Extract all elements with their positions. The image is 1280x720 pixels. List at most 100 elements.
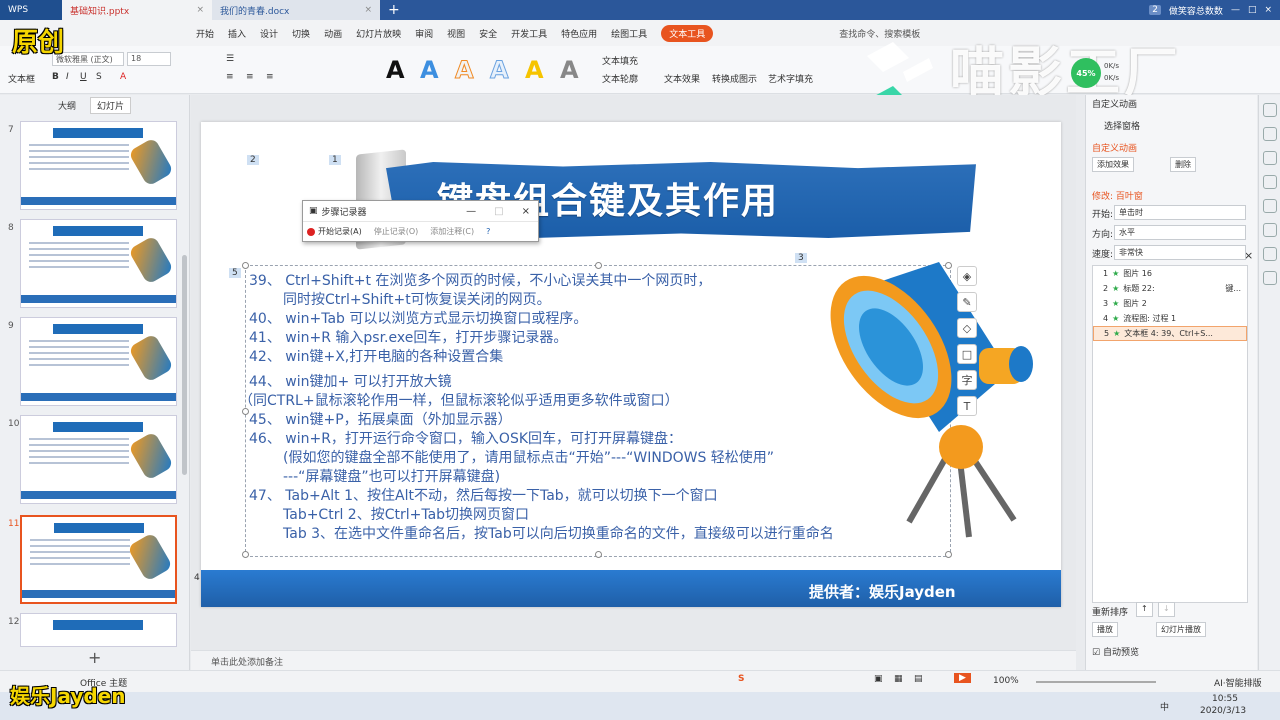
stop-record-button[interactable]: 停止记录(O) — [374, 226, 419, 237]
resize-handle[interactable] — [595, 551, 602, 558]
provider-credit[interactable]: 提供者：娱乐Jayden — [809, 581, 956, 602]
add-comment-button[interactable]: 添加注释(C) — [430, 226, 474, 237]
wps-home-tab[interactable]: WPS — [0, 0, 62, 20]
menu-slideshow[interactable]: 幻灯片放映 — [356, 27, 401, 40]
add-slide-button[interactable]: + — [88, 648, 101, 667]
animation-item[interactable]: 2 ★ 标题 22: 键... — [1093, 281, 1247, 296]
slide-thumbnail[interactable] — [20, 317, 177, 406]
text-icon[interactable]: 字 — [957, 370, 977, 390]
add-effect-button[interactable]: 添加效果 — [1092, 157, 1134, 172]
convert-smartart-button[interactable]: 转换成图示 — [712, 72, 757, 85]
slideshow-button[interactable]: 幻灯片播放 — [1156, 622, 1206, 637]
tab-pptx-document[interactable]: 基础知识.pptx × — [62, 0, 212, 20]
bullets-icon[interactable]: ☰ — [226, 54, 234, 64]
maximize-icon[interactable]: □ — [1248, 5, 1257, 15]
slide-canvas[interactable]: 键盘组合键及其作用 2 1 3 5 39、 Ctrl+Shift+t 在浏览多个… — [201, 122, 1061, 607]
menu-animation[interactable]: 动画 — [324, 27, 342, 40]
zoom-level[interactable]: 100% — [993, 676, 1019, 686]
play-slideshow-icon[interactable]: ▶ — [954, 673, 971, 683]
slide-thumbnail[interactable] — [20, 415, 177, 504]
strikethrough-icon[interactable]: S — [96, 72, 102, 82]
menu-start[interactable]: 开始 — [196, 27, 214, 40]
resize-handle[interactable] — [242, 551, 249, 558]
underline-icon[interactable]: U — [80, 72, 87, 82]
italic-icon[interactable]: I — [66, 72, 69, 82]
wordart-style-blue-outline[interactable]: A — [490, 56, 510, 85]
wordart-fill-button[interactable]: 艺术字填充 — [768, 72, 813, 85]
textbox-button[interactable]: 文本框 — [8, 72, 35, 85]
animation-item[interactable]: 3 ★ 图片 2 — [1093, 296, 1247, 311]
align-center-icon[interactable]: ≡ — [246, 72, 254, 82]
align-right-icon[interactable]: ≡ — [266, 72, 274, 82]
reading-view-icon[interactable]: ▤ — [914, 674, 923, 684]
menu-text-tools[interactable]: 文本工具 — [661, 24, 714, 42]
font-size-select[interactable]: 18 — [127, 52, 171, 66]
ai-layout-button[interactable]: AI·智能排版 — [1214, 676, 1262, 689]
slide-thumbnail[interactable] — [20, 219, 177, 308]
menu-view[interactable]: 视图 — [447, 27, 465, 40]
close-window-icon[interactable]: × — [1264, 5, 1272, 15]
menu-review[interactable]: 审阅 — [415, 27, 433, 40]
animation-item[interactable]: 1 ★ 图片 16 — [1093, 266, 1247, 281]
user-name[interactable]: 做笑容总数数 — [1169, 4, 1223, 17]
new-tab-button[interactable]: + — [388, 2, 400, 18]
dialog-titlebar[interactable]: ▣ 步骤记录器 — □ × — [303, 201, 538, 221]
thumbnail-scrollbar[interactable] — [182, 255, 187, 475]
normal-view-icon[interactable]: ▣ — [874, 674, 883, 684]
menu-design[interactable]: 设计 — [260, 27, 278, 40]
minimize-icon[interactable]: — — [466, 206, 476, 217]
fill-bucket-icon[interactable]: ◇ — [957, 318, 977, 338]
rail-icon[interactable] — [1263, 151, 1277, 165]
resize-handle[interactable] — [595, 262, 602, 269]
frame-icon[interactable]: □ — [957, 344, 977, 364]
move-down-icon[interactable]: ↓ — [1158, 602, 1175, 617]
telescope-image[interactable] — [829, 252, 1039, 542]
zoom-slider[interactable] — [1036, 681, 1156, 683]
rail-icon[interactable] — [1263, 199, 1277, 213]
delete-effect-button[interactable]: 删除 — [1170, 157, 1196, 172]
ime-language[interactable]: 中 — [1160, 700, 1169, 713]
rail-icon[interactable] — [1263, 175, 1277, 189]
align-left-icon[interactable]: ≡ — [226, 72, 234, 82]
wordart-style-orange-outline[interactable]: A — [455, 56, 475, 85]
direction-select[interactable]: 水平 — [1114, 225, 1246, 240]
wordart-style-yellow[interactable]: A — [525, 56, 544, 84]
layers-icon[interactable]: ◈ — [957, 266, 977, 286]
tab-docx-document[interactable]: 我们的青春.docx × — [212, 0, 380, 20]
text-outline-button[interactable]: 文本轮廓 — [602, 72, 638, 85]
tab-outline[interactable]: 大纲 — [58, 99, 76, 112]
resize-handle[interactable] — [242, 262, 249, 269]
slide-thumbnail-selected[interactable] — [20, 515, 177, 604]
slide-thumbnail[interactable] — [20, 121, 177, 210]
notes-field[interactable]: 单击此处添加备注 — [191, 650, 1076, 670]
minimize-icon[interactable]: — — [1231, 5, 1240, 15]
start-select[interactable]: 单击时 — [1114, 205, 1246, 220]
wordart-style-blue[interactable]: A — [420, 56, 439, 84]
start-record-button[interactable]: 开始记录(A) — [307, 226, 362, 237]
close-tab-icon[interactable]: × — [364, 5, 372, 15]
autopreview-checkbox[interactable]: ☑ 自动预览 — [1092, 645, 1139, 658]
rail-icon[interactable] — [1263, 247, 1277, 261]
animation-item[interactable]: 4 ★ 流程图: 过程 1 — [1093, 311, 1247, 326]
bold-icon[interactable]: B — [52, 72, 59, 82]
pen-icon[interactable]: ✎ — [957, 292, 977, 312]
rail-icon[interactable] — [1263, 103, 1277, 117]
close-icon[interactable]: × — [522, 206, 530, 217]
close-tab-icon[interactable]: × — [196, 5, 204, 15]
resize-handle[interactable] — [945, 551, 952, 558]
animation-item-selected[interactable]: 5 ★ 文本框 4: 39、Ctrl+S... — [1093, 326, 1247, 341]
menu-insert[interactable]: 插入 — [228, 27, 246, 40]
tab-slides[interactable]: 幻灯片 — [90, 96, 132, 114]
menu-featured[interactable]: 特色应用 — [561, 27, 597, 40]
sogou-ime-icon[interactable]: S — [738, 674, 744, 684]
speed-select[interactable]: 非常快 — [1114, 245, 1246, 260]
move-up-icon[interactable]: ↑ — [1136, 602, 1153, 617]
textbox-icon[interactable]: T — [957, 396, 977, 416]
maximize-icon[interactable]: □ — [494, 206, 503, 217]
menu-transition[interactable]: 切换 — [292, 27, 310, 40]
menu-developer[interactable]: 开发工具 — [511, 27, 547, 40]
sorter-view-icon[interactable]: ▦ — [894, 674, 903, 684]
text-effect-button[interactable]: 文本效果 — [664, 72, 700, 85]
help-icon[interactable]: ? — [486, 227, 490, 236]
font-color-icon[interactable]: A — [120, 72, 126, 82]
